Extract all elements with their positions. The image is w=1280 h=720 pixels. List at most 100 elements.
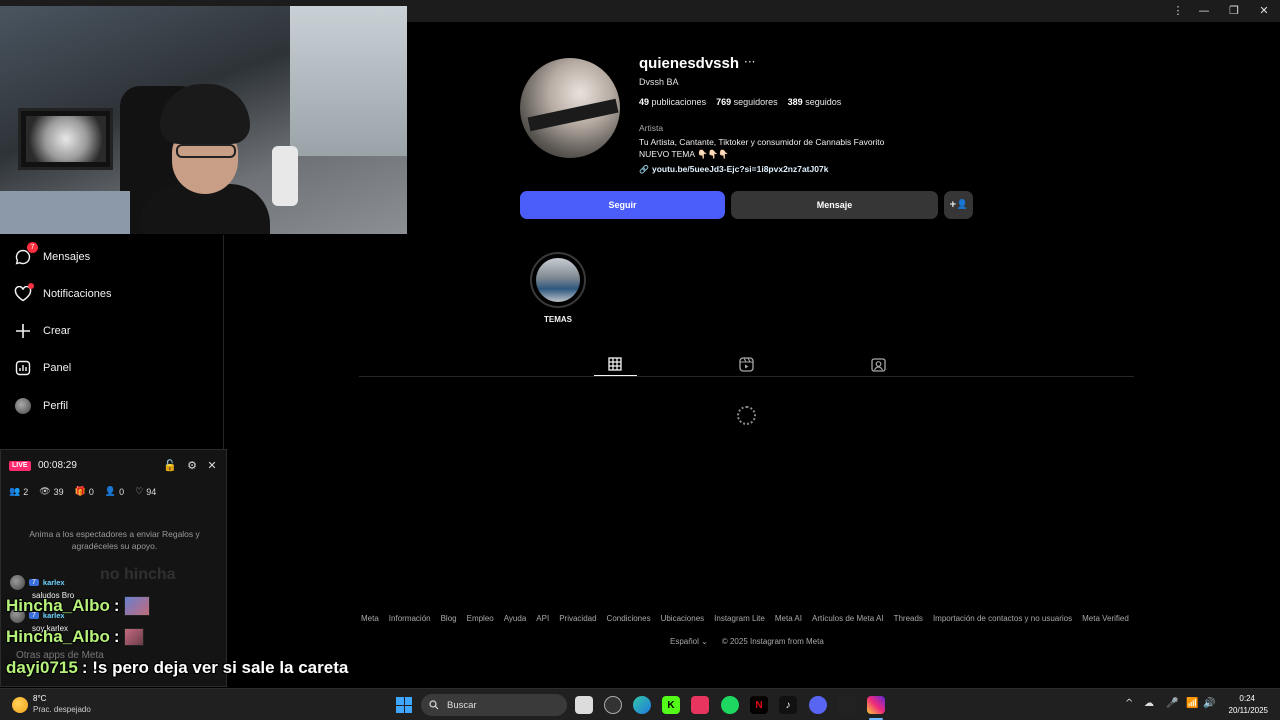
plus-icon (14, 322, 32, 340)
add-user-icon: 👤 (104, 487, 117, 497)
start-button[interactable] (396, 697, 412, 713)
heart-icon (14, 283, 34, 303)
spotify-icon[interactable] (721, 696, 739, 714)
footer-link[interactable]: Instagram Lite (714, 614, 765, 623)
overlay-chat-line: Hincha_Albo : (6, 627, 144, 647)
weather-description[interactable]: Prac. despejado (33, 705, 91, 714)
volume-icon[interactable]: 🔊 (1203, 698, 1215, 709)
stat-participants: 👥 2 (9, 487, 29, 497)
followers-link[interactable]: 769 seguidores (716, 97, 778, 107)
footer-link[interactable]: Meta (361, 614, 379, 623)
chat-message: 7 karlex (10, 575, 65, 590)
tab-tagged[interactable] (858, 352, 898, 376)
footer-link[interactable]: Empleo (467, 614, 494, 623)
language-select[interactable]: Español ⌄ (670, 637, 708, 646)
sidebar-item-perfil[interactable]: Perfil (14, 394, 68, 418)
window-menu-icon[interactable]: ⋮ (1166, 3, 1190, 19)
posts-count: 49 publicaciones (639, 97, 707, 107)
sidebar-item-label: Panel (43, 362, 72, 374)
footer-link[interactable]: Importación de contactos y no usuarios (933, 614, 1072, 623)
minimize-button[interactable]: — (1192, 3, 1216, 19)
kick-icon[interactable]: K (662, 696, 680, 714)
message-button[interactable]: Mensaje (731, 191, 938, 219)
terminal-icon[interactable] (838, 696, 856, 714)
footer-link[interactable]: Blog (441, 614, 457, 623)
footer-link[interactable]: Meta Verified (1082, 614, 1129, 623)
live-badge: LIVE (9, 461, 31, 471)
wifi-icon[interactable]: 📶 (1186, 698, 1198, 709)
profile-bio-line: NUEVO TEMA 👇🏻👇🏻👇🏻 (639, 149, 729, 159)
discord-icon[interactable] (809, 696, 827, 714)
profile-link[interactable]: 🔗 youtu.be/5ueeJd3-Ejc?si=1i8pvx2nz7atJ0… (639, 164, 828, 174)
loading-spinner-icon (737, 406, 756, 425)
settings-icon[interactable]: ⚙ (185, 459, 199, 473)
story-highlight[interactable] (530, 252, 586, 308)
tiktok-icon[interactable]: ♪ (779, 696, 797, 714)
tiktok-live-studio-icon[interactable] (691, 696, 709, 714)
sidebar-item-label: Perfil (43, 400, 69, 412)
profile-stats: 49 publicaciones 769 seguidores 389 segu… (639, 97, 841, 107)
people-icon: 👥 (9, 487, 21, 497)
sidebar-item-notificaciones[interactable]: Notificaciones (14, 282, 111, 306)
copyright: © 2025 Instagram from Meta (721, 637, 824, 646)
tab-posts[interactable] (595, 352, 635, 376)
suggested-users-button[interactable]: +👤 (944, 191, 973, 219)
obs-icon[interactable] (604, 696, 622, 714)
maximize-button[interactable]: ❐ (1222, 3, 1246, 19)
footer-link[interactable]: Ayuda (504, 614, 527, 623)
footer-link[interactable]: Privacidad (559, 614, 596, 623)
webcam-window-bg (290, 6, 407, 156)
stat-viewers: 👁 39 (39, 487, 64, 497)
cloud-icon[interactable]: ☁ (1144, 698, 1154, 709)
lock-icon[interactable]: 🔓 (163, 459, 177, 473)
weather-icon[interactable] (12, 697, 28, 713)
profile-link-text: youtu.be/5ueeJd3-Ejc?si=1i8pvx2nz7atJ07k (651, 164, 829, 174)
footer-link[interactable]: Condiciones (607, 614, 651, 623)
stat-gifts: 🎁 0 (74, 487, 94, 497)
footer-link[interactable]: API (536, 614, 549, 623)
overlay-message: : !s pero deja ver si sale la careta (81, 658, 349, 677)
live-stats: 👥 2 👁 39 🎁 0 👤 0 ♡ 94 (9, 487, 156, 497)
gift-icon: 🎁 (74, 487, 86, 497)
avatar (10, 575, 25, 590)
weather-temperature[interactable]: 8°C (33, 694, 46, 703)
footer-link[interactable]: Meta AI (775, 614, 802, 623)
footer-links: Meta Información Blog Empleo Ayuda API P… (361, 614, 1129, 623)
footer-link[interactable]: Threads (894, 614, 923, 623)
taskbar: 8°C Prac. despejado Buscar K N ♪ ^ ☁ 🎤 📶… (0, 688, 1280, 720)
tagged-icon (870, 357, 886, 372)
stat-likes: ♡ 94 (135, 487, 157, 497)
follow-button[interactable]: Seguir (520, 191, 725, 219)
webcam-bed (0, 191, 130, 234)
clock-date[interactable]: 20/11/2025 (1229, 706, 1268, 715)
close-icon[interactable]: ✕ (205, 459, 219, 473)
overlay-message: : (113, 596, 120, 615)
sidebar-item-panel[interactable]: Panel (14, 356, 71, 380)
more-options-icon[interactable]: ··· (744, 55, 755, 69)
microphone-icon[interactable]: 🎤 (1166, 698, 1178, 709)
grid-icon (608, 357, 622, 371)
sidebar-item-mensajes[interactable]: 7 Mensajes (14, 242, 90, 269)
clock-time[interactable]: 0:24 (1239, 694, 1255, 703)
profile-avatar[interactable] (520, 58, 620, 158)
footer-link[interactable]: Ubicaciones (661, 614, 705, 623)
webcam-overlay (0, 6, 407, 234)
taskbar-search[interactable]: Buscar (421, 694, 567, 716)
instagram-icon[interactable] (867, 696, 885, 714)
chat-username: karlex (42, 578, 65, 587)
tab-reels[interactable] (726, 352, 766, 376)
footer-link[interactable]: Información (389, 614, 431, 623)
edge-icon[interactable] (633, 696, 651, 714)
webcam-microphone (272, 146, 298, 206)
close-button[interactable]: ✕ (1252, 3, 1276, 19)
overlay-username: Hincha_Albo (6, 627, 110, 646)
tray-overflow-icon[interactable]: ^ (1125, 698, 1133, 709)
heart-icon: ♡ (135, 487, 144, 497)
netflix-icon[interactable]: N (750, 696, 768, 714)
overlay-chat-line: dayi0715 : !s pero deja ver si sale la c… (6, 658, 348, 678)
chart-icon (14, 359, 32, 377)
following-link[interactable]: 389 seguidos (788, 97, 842, 107)
footer-link[interactable]: Artículos de Meta AI (812, 614, 884, 623)
file-explorer-icon[interactable] (575, 696, 593, 714)
sidebar-item-crear[interactable]: Crear (14, 319, 71, 343)
